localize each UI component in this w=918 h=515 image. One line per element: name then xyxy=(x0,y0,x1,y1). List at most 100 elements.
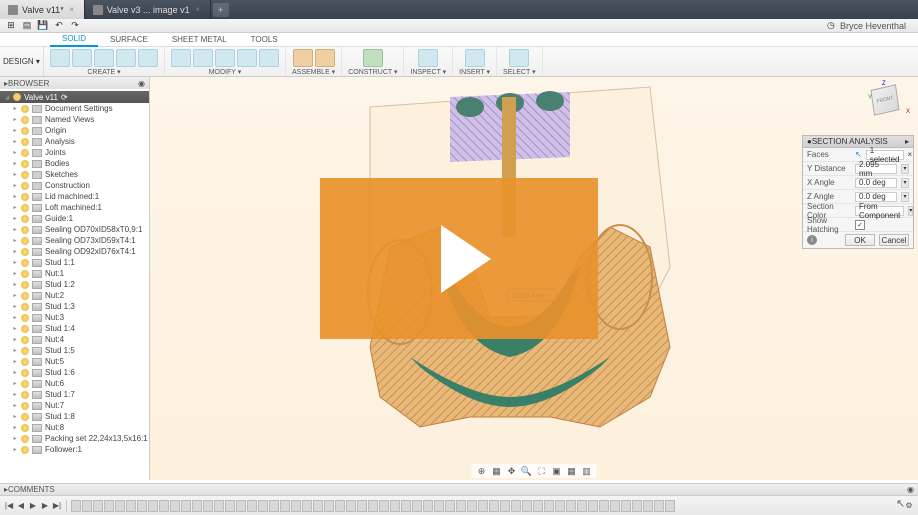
timeline-next-icon[interactable]: ▶ xyxy=(40,500,50,512)
tree-item[interactable]: ▸Joints xyxy=(0,147,149,158)
timeline-feature[interactable] xyxy=(599,500,609,512)
expand-icon[interactable]: ▸ xyxy=(12,161,18,167)
play-video-button[interactable] xyxy=(320,178,598,339)
visibility-icon[interactable] xyxy=(21,116,29,124)
tree-item[interactable]: ▸Loft machined:1 xyxy=(0,202,149,213)
tree-item[interactable]: ▸Nut:2 xyxy=(0,290,149,301)
expand-icon[interactable]: ▸ xyxy=(12,315,18,321)
visibility-icon[interactable] xyxy=(21,127,29,135)
box-icon[interactable] xyxy=(138,49,158,67)
expand-icon[interactable]: ▸ xyxy=(12,282,18,288)
tree-item[interactable]: ▸Guide:1 xyxy=(0,213,149,224)
tree-item[interactable]: ▸Stud 1:2 xyxy=(0,279,149,290)
visibility-icon[interactable] xyxy=(21,138,29,146)
timeline-feature[interactable] xyxy=(357,500,367,512)
ok-button[interactable]: OK xyxy=(845,234,875,246)
timeline-feature[interactable] xyxy=(500,500,510,512)
tree-item[interactable]: ▸Follower:1 xyxy=(0,444,149,455)
visibility-icon[interactable] xyxy=(21,336,29,344)
expand-icon[interactable]: ▸ xyxy=(12,403,18,409)
visibility-icon[interactable] xyxy=(21,391,29,399)
timeline-feature[interactable] xyxy=(665,500,675,512)
visibility-icon[interactable] xyxy=(21,149,29,157)
extrude-icon[interactable] xyxy=(72,49,92,67)
tree-item[interactable]: ▸Lid machined:1 xyxy=(0,191,149,202)
as-built-joint-icon[interactable] xyxy=(315,49,335,67)
timeline-feature[interactable] xyxy=(423,500,433,512)
timeline-feature[interactable] xyxy=(82,500,92,512)
timeline-feature[interactable] xyxy=(467,500,477,512)
timeline-feature[interactable] xyxy=(588,500,598,512)
expand-icon[interactable]: ▸ xyxy=(12,271,18,277)
timeline-feature[interactable] xyxy=(126,500,136,512)
timeline-feature[interactable] xyxy=(313,500,323,512)
expand-icon[interactable]: ▸ xyxy=(12,139,18,145)
ribbon-label[interactable]: INSERT ▾ xyxy=(459,68,490,76)
timeline-feature[interactable] xyxy=(258,500,268,512)
tree-root[interactable]: ◢ Valve v11 ⟳ xyxy=(0,91,149,103)
tree-item[interactable]: ▸Stud 1:4 xyxy=(0,323,149,334)
timeline-feature[interactable] xyxy=(148,500,158,512)
timeline-feature[interactable] xyxy=(434,500,444,512)
expand-icon[interactable]: ▸ xyxy=(12,183,18,189)
dropdown-icon[interactable]: ▾ xyxy=(908,206,913,216)
expand-icon[interactable]: ▸ xyxy=(12,227,18,233)
clock-icon[interactable]: ◷ xyxy=(824,20,838,32)
tree-item[interactable]: ▸Analysis xyxy=(0,136,149,147)
expand-icon[interactable]: ▸ xyxy=(12,425,18,431)
comments-bar[interactable]: ▸ COMMENTS ◉ xyxy=(0,483,918,495)
timeline-feature[interactable] xyxy=(555,500,565,512)
ribbon-label[interactable]: CREATE ▾ xyxy=(87,68,120,76)
sweep-icon[interactable] xyxy=(116,49,136,67)
visibility-icon[interactable] xyxy=(21,325,29,333)
add-tab-button[interactable]: + xyxy=(213,3,229,17)
visibility-icon[interactable] xyxy=(21,358,29,366)
clear-icon[interactable]: × xyxy=(908,150,913,159)
redo-icon[interactable]: ↷ xyxy=(68,20,82,32)
comments-settings-icon[interactable]: ◉ xyxy=(907,485,914,494)
tab-sheet-metal[interactable]: SHEET METAL xyxy=(160,33,239,47)
joint-icon[interactable] xyxy=(293,49,313,67)
timeline-feature[interactable] xyxy=(236,500,246,512)
visibility-icon[interactable] xyxy=(21,226,29,234)
timeline-feature[interactable] xyxy=(478,500,488,512)
field-value[interactable]: 0.0 deg xyxy=(855,192,897,202)
timeline-feature[interactable] xyxy=(379,500,389,512)
timeline-feature[interactable] xyxy=(71,500,81,512)
timeline-feature[interactable] xyxy=(654,500,664,512)
tree-item[interactable]: ▸Nut:4 xyxy=(0,334,149,345)
visibility-icon[interactable] xyxy=(21,292,29,300)
timeline-feature[interactable] xyxy=(159,500,169,512)
timeline-feature[interactable] xyxy=(511,500,521,512)
tree-item[interactable]: ▸Nut:6 xyxy=(0,378,149,389)
user-name[interactable]: Bryce Heventhal xyxy=(840,21,906,31)
tree-item[interactable]: ▸Document Settings xyxy=(0,103,149,114)
timeline-feature[interactable] xyxy=(390,500,400,512)
undo-icon[interactable]: ↶ xyxy=(52,20,66,32)
timeline-feature[interactable] xyxy=(632,500,642,512)
visibility-icon[interactable] xyxy=(21,314,29,322)
tree-item[interactable]: ▸Nut:5 xyxy=(0,356,149,367)
view-cube[interactable]: FRONT X Y Z xyxy=(872,87,908,123)
expand-icon[interactable]: ▸ xyxy=(12,436,18,442)
close-icon[interactable]: × xyxy=(194,6,202,14)
visibility-icon[interactable] xyxy=(21,270,29,278)
display-icon[interactable]: ▣ xyxy=(551,465,563,477)
info-icon[interactable]: i xyxy=(807,235,817,245)
expand-icon[interactable]: ▸ xyxy=(12,304,18,310)
visibility-icon[interactable] xyxy=(21,182,29,190)
timeline-feature[interactable] xyxy=(170,500,180,512)
timeline-feature[interactable] xyxy=(214,500,224,512)
ribbon-label[interactable]: ASSEMBLE ▾ xyxy=(292,68,335,76)
ribbon-label[interactable]: SELECT ▾ xyxy=(503,68,536,76)
expand-icon[interactable]: ▸ xyxy=(12,150,18,156)
look-at-icon[interactable]: ▦ xyxy=(491,465,503,477)
document-tab[interactable]: Valve v3 ... image v1 × xyxy=(85,0,211,19)
select-icon[interactable] xyxy=(509,49,529,67)
dropdown-icon[interactable]: ▾ xyxy=(901,192,909,202)
save-icon[interactable]: 💾 xyxy=(36,20,50,32)
visibility-icon[interactable] xyxy=(21,380,29,388)
tree-item[interactable]: ▸Nut:7 xyxy=(0,400,149,411)
tree-item[interactable]: ▸Stud 1:6 xyxy=(0,367,149,378)
expand-icon[interactable]: ▸ xyxy=(12,216,18,222)
